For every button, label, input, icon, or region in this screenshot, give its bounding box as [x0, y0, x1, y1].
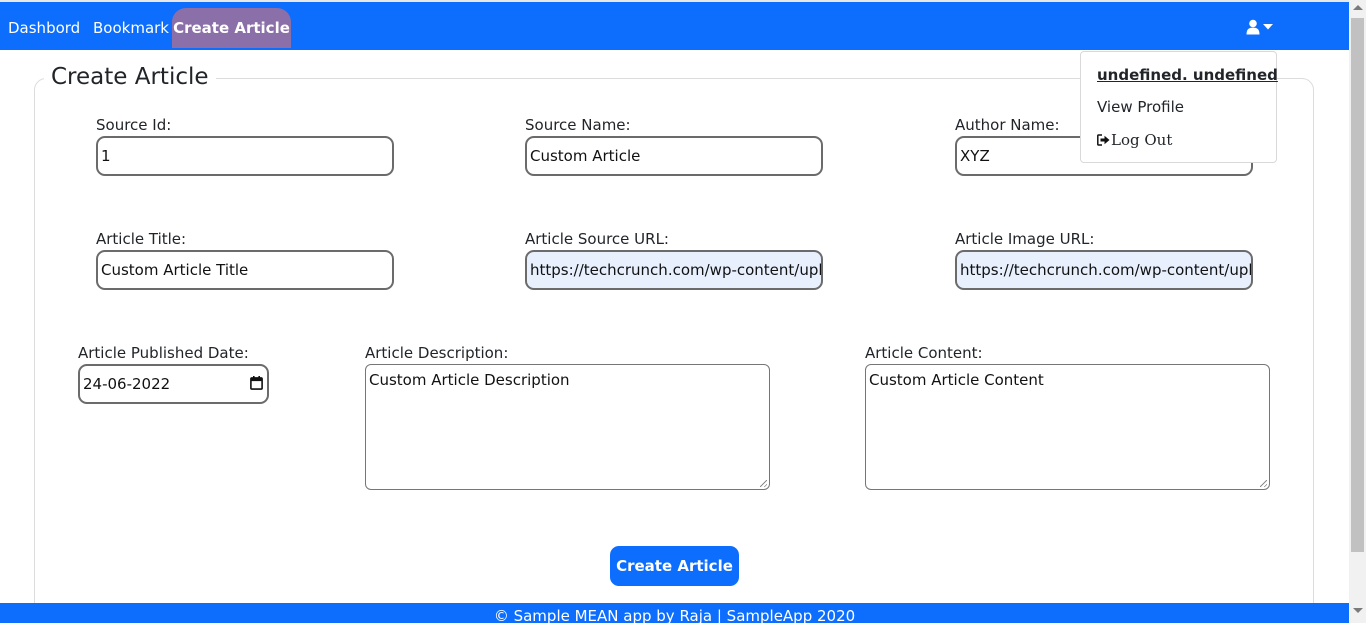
- source-name-label: Source Name:: [525, 116, 631, 134]
- nav-link-create-article[interactable]: Create Article: [172, 8, 291, 48]
- author-name-label: Author Name:: [955, 116, 1060, 134]
- create-article-button[interactable]: Create Article: [610, 546, 739, 586]
- scroll-down-arrow-icon[interactable]: [1353, 608, 1363, 613]
- published-date-value: 24-06-2022: [83, 375, 171, 393]
- article-image-url-input[interactable]: https://techcrunch.com/wp-content/uplo: [955, 250, 1253, 290]
- sign-out-icon: [1097, 134, 1110, 146]
- user-dropdown-menu: undefined. undefined View Profile Log Ou…: [1080, 51, 1278, 163]
- article-content-value: Custom Article Content: [869, 371, 1044, 389]
- page: Dashbord Bookmark Create Article Create …: [0, 0, 1366, 623]
- nav-link-dashboard[interactable]: Dashbord: [8, 8, 80, 48]
- article-description-label: Article Description:: [365, 344, 509, 362]
- user-menu-toggle[interactable]: [1246, 18, 1276, 38]
- scrollbar-thumb[interactable]: [1351, 18, 1364, 552]
- article-description-textarea[interactable]: Custom Article Description: [365, 364, 770, 490]
- published-date-label: Article Published Date:: [78, 344, 249, 362]
- article-source-url-input[interactable]: https://techcrunch.com/wp-content/uplo: [525, 250, 823, 290]
- user-name-link[interactable]: undefined. undefined: [1097, 66, 1278, 84]
- article-image-url-label: Article Image URL:: [955, 230, 1095, 248]
- published-date-input[interactable]: 24-06-2022: [78, 364, 269, 404]
- nav-link-bookmark[interactable]: Bookmark: [93, 8, 169, 48]
- resize-grip-icon[interactable]: [760, 480, 767, 487]
- calendar-icon[interactable]: [250, 376, 263, 390]
- source-id-input[interactable]: 1: [96, 136, 394, 176]
- scroll-up-arrow-icon[interactable]: [1353, 5, 1363, 10]
- article-title-input[interactable]: Custom Article Title: [96, 250, 394, 290]
- caret-down-icon: [1263, 24, 1273, 30]
- article-title-label: Article Title:: [96, 230, 187, 248]
- form-title: Create Article: [44, 64, 216, 90]
- article-content-textarea[interactable]: Custom Article Content: [865, 364, 1270, 490]
- footer: © Sample MEAN app by Raja | SampleApp 20…: [0, 603, 1349, 623]
- article-content-label: Article Content:: [865, 344, 983, 362]
- logout-label: Log Out: [1111, 131, 1173, 149]
- resize-grip-icon[interactable]: [1260, 480, 1267, 487]
- source-name-input[interactable]: Custom Article: [525, 136, 823, 176]
- article-description-value: Custom Article Description: [369, 371, 570, 389]
- user-icon: [1246, 19, 1260, 35]
- source-id-label: Source Id:: [96, 116, 172, 134]
- view-profile-link[interactable]: View Profile: [1097, 98, 1184, 116]
- footer-text: © Sample MEAN app by Raja | SampleApp 20…: [493, 607, 856, 623]
- article-source-url-label: Article Source URL:: [525, 230, 669, 248]
